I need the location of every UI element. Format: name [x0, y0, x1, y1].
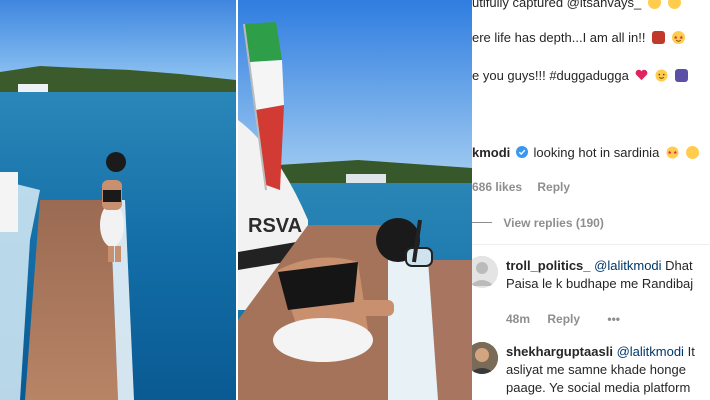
grin-emoji-icon	[647, 0, 661, 9]
view-replies-label: View replies (190)	[503, 216, 604, 230]
comment-1-meta: 686 likes Reply	[472, 180, 570, 194]
comment-2-line-1: troll_politics_ @lalitkmodi Dhat	[506, 258, 693, 273]
comment-1-text: looking hot in sardinia	[533, 145, 660, 160]
star-eyes-emoji-icon	[666, 146, 679, 159]
comment-2-text-2: Paisa le k budhape me Randibaj	[506, 276, 694, 291]
user-avatar-icon	[472, 342, 498, 374]
comment-2-mention[interactable]: @lalitkmodi	[594, 258, 661, 273]
video-frame-left	[0, 0, 236, 400]
star-eyes-emoji-icon	[671, 31, 685, 44]
boat-diving-scene-left	[0, 0, 236, 400]
comment-divider	[472, 244, 710, 245]
caption-text-3: e you guys!!! #duggadugga	[472, 68, 629, 83]
emoji-icon	[685, 146, 699, 159]
view-replies-button[interactable]: View replies (190)	[472, 216, 604, 230]
comment-2-text-1: Dhat	[665, 258, 693, 273]
blush-emoji-icon	[655, 69, 668, 82]
caption-text-2: ere life has depth...I am all in!!	[472, 30, 646, 45]
verified-badge-icon	[515, 146, 528, 158]
caption-line-3: e you guys!!! #duggadugga	[472, 68, 688, 83]
comment-3-text-2: asliyat me samne khade honge	[506, 362, 686, 377]
comment-1-reply-button[interactable]: Reply	[537, 180, 570, 194]
comment-1-username[interactable]: kmodi	[472, 145, 510, 160]
boat-hull-text: RSVA	[248, 215, 302, 237]
comment-2-username[interactable]: troll_politics_	[506, 258, 591, 273]
boat-diving-scene-right: RSVA	[238, 0, 472, 400]
person-emoji-icon	[652, 31, 666, 44]
smile-emoji-icon	[667, 0, 681, 9]
bottle-emoji-icon	[674, 69, 688, 82]
user-avatar-icon	[472, 256, 498, 288]
red-heart-icon	[635, 69, 648, 81]
comment-1-likes[interactable]: 686 likes	[472, 180, 522, 194]
comment-2-time: 48m	[506, 312, 531, 326]
comment-3-text-1: It	[687, 344, 695, 359]
comment-3-username[interactable]: shekharguptaasli	[506, 344, 613, 359]
comment-2-meta: 48m Reply •••	[506, 312, 620, 326]
comment-1: kmodi looking hot in sardinia	[472, 145, 699, 160]
avatar[interactable]	[472, 256, 498, 288]
comment-2-reply-button[interactable]: Reply	[547, 312, 580, 326]
caption-text-1: utifully captured @itsanvays_	[472, 0, 642, 10]
comment-3-line-1: shekharguptaasli @lalitkmodi It	[506, 344, 695, 359]
avatar[interactable]	[472, 342, 498, 374]
view-replies-dash	[472, 222, 492, 223]
instagram-comments-panel: utifully captured @itsanvays_ ere life h…	[472, 0, 710, 400]
caption-line-2: ere life has depth...I am all in!!	[472, 30, 685, 45]
caption-line-1: utifully captured @itsanvays_	[472, 0, 681, 10]
comment-3-text-3: paage. Ye social media platform	[506, 380, 691, 395]
video-frame-right: RSVA	[238, 0, 472, 400]
more-options-icon[interactable]: •••	[607, 312, 620, 326]
comment-3-mention[interactable]: @lalitkmodi	[617, 344, 684, 359]
